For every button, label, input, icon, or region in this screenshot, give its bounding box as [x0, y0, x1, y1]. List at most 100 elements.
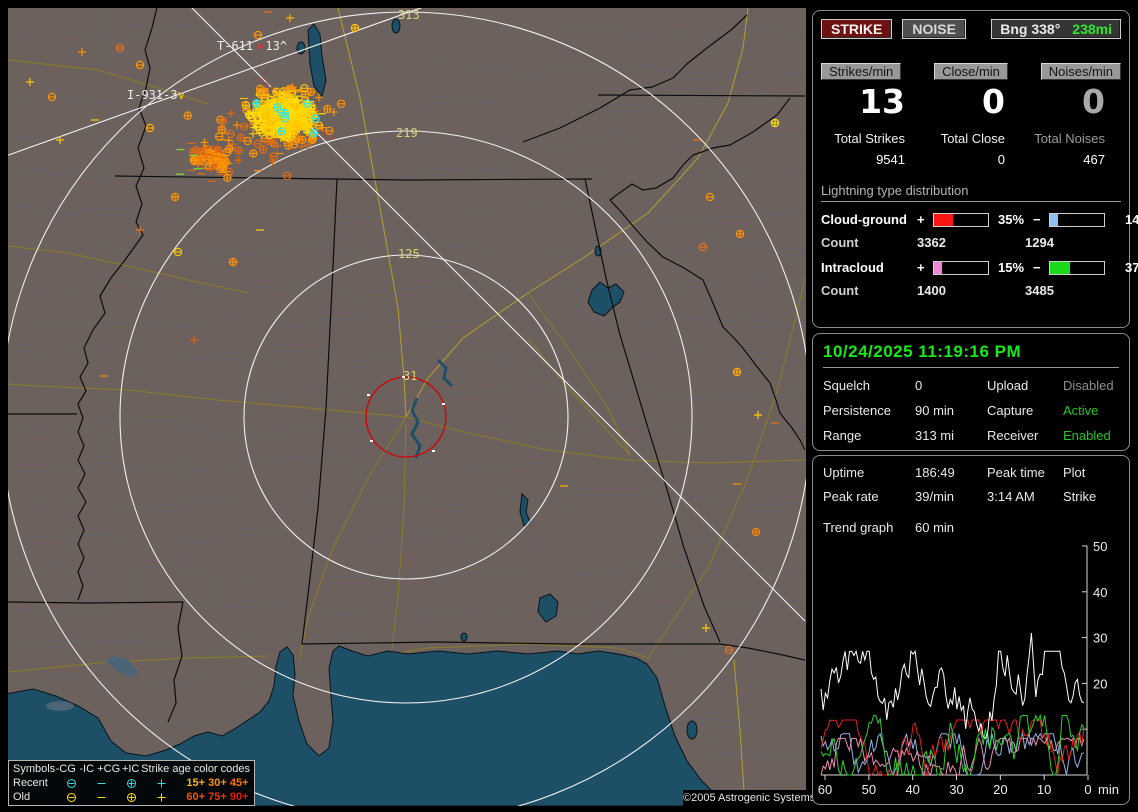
map-canvas: 313 219 125 31 T-611 +13^ I-931-3v	[8, 8, 806, 806]
uptime-value: 186:49	[915, 465, 955, 480]
receiver-value: Enabled	[1063, 428, 1111, 443]
legend-recent-row: Recent 15+ 30+ 45+	[13, 776, 250, 790]
plus-sign: +	[917, 260, 925, 275]
persistence-value: 90 min	[915, 403, 955, 418]
svg-text:0: 0	[1084, 782, 1091, 797]
svg-text:20: 20	[1093, 676, 1107, 691]
legend-old-row: Old 60+ 75+ 90+	[13, 790, 250, 804]
persistence-label: Persistence	[823, 403, 891, 418]
range-label: Range	[823, 428, 862, 443]
tracker-label-i931: I-931-3v	[127, 88, 185, 102]
close-per-min-chip[interactable]: Close/min	[934, 63, 1008, 80]
ring-label-31: 31	[403, 369, 417, 383]
svg-text:30: 30	[949, 782, 963, 797]
trend-graph-label: Trend graph	[823, 520, 894, 535]
capture-label: Capture	[987, 403, 1034, 418]
upload-value: Disabled	[1063, 378, 1114, 393]
status-row-persistence: Persistence 90 min Capture Active	[823, 403, 1119, 418]
copyright-label: ©2005 Astrogenic Systems	[683, 790, 816, 806]
close-per-min-value: 0	[982, 82, 1005, 121]
legend-ages-old: 60+ 75+ 90+	[185, 790, 250, 804]
svg-text:30: 30	[1093, 631, 1107, 646]
ic-minus-bar	[1049, 260, 1105, 275]
age-45: 45+	[229, 777, 249, 789]
age-15: 15+	[186, 777, 206, 789]
peak-rate-label: Peak rate	[823, 489, 879, 504]
svg-text:60: 60	[818, 782, 832, 797]
rate-chip-row: Strikes/min Close/min Noises/min	[821, 63, 1121, 80]
uptime-label: Uptime	[823, 465, 865, 480]
squelch-label: Squelch	[823, 378, 870, 393]
cg-plus-bar	[933, 212, 989, 227]
cg-pos-old-icon	[125, 791, 155, 804]
datetime-display: 10/24/2025 11:19:16 PM	[823, 342, 1119, 368]
age-75: 75+	[208, 791, 227, 803]
bearing-distance: 238mi	[1072, 21, 1112, 37]
trend-graph: 50 40 30 20 60 50 40 30 20 10 0 min	[817, 539, 1127, 802]
info-row-peak: Peak rate 39/min 3:14 AM Strike	[823, 489, 1119, 504]
app-window: { "header": { "strike_button": "STRIKE",…	[0, 0, 1138, 812]
cg-minus-pct: 14%	[1124, 212, 1138, 227]
status-row-squelch: Squelch 0 Upload Disabled	[823, 378, 1119, 393]
total-strikes-label: Total Strikes	[834, 131, 905, 146]
ic-pos-recent-icon	[155, 777, 185, 790]
ic-minus-count: 3485	[1025, 283, 1054, 298]
squelch-value: 0	[915, 378, 923, 393]
svg-text:40: 40	[1093, 585, 1107, 600]
age-60: 60+	[186, 791, 206, 803]
cg-neg-old-icon	[65, 791, 95, 804]
bearing-value: Bng 338°	[1000, 21, 1061, 37]
ic-plus-count: 1400	[917, 283, 946, 298]
info-row-uptime: Uptime 186:49 Peak time Plot	[823, 465, 1119, 480]
ic-plus-pct: 15%	[997, 260, 1025, 275]
plus-sign: +	[917, 212, 925, 227]
legend-col-ic-neg: -IC	[79, 763, 95, 775]
count-label: Count	[821, 235, 859, 250]
range-value: 313 mi	[915, 428, 955, 443]
strikes-per-min-value: 13	[859, 82, 905, 121]
cg-neg-recent-icon	[65, 777, 95, 790]
legend-old-label: Old	[13, 791, 31, 803]
total-close-label: Total Close	[940, 131, 1005, 146]
trend-panel: Uptime 186:49 Peak time Plot Peak rate 3…	[812, 455, 1130, 805]
noise-mode-button[interactable]: NOISE	[902, 19, 966, 39]
cloud-ground-row: Cloud-ground + 35% − 14%	[821, 212, 1138, 227]
symbol-legend: Symbols -CG -IC +CG +IC Strike age color…	[8, 760, 255, 806]
tracker-marker-icon: +	[257, 39, 264, 53]
rate-value-row: 13 0 0	[821, 80, 1121, 121]
ic-plus-bar	[933, 260, 989, 275]
legend-col-ic-pos: +IC	[121, 763, 140, 775]
receiver-label: Receiver	[987, 428, 1039, 443]
trend-graph-value: 60 min	[915, 520, 955, 535]
bearing-readout: Bng 338° 238mi	[991, 19, 1121, 39]
svg-text:40: 40	[905, 782, 919, 797]
legend-symbols-header: Symbols	[13, 763, 56, 775]
cg-plus-pct: 35%	[997, 212, 1025, 227]
strike-mode-button[interactable]: STRIKE	[821, 19, 893, 39]
count-label: Count	[821, 283, 859, 298]
legend-col-cg-neg: -CG	[55, 763, 76, 775]
distribution-title: Lightning type distribution	[821, 183, 1121, 202]
peak-rate-value: 39/min	[915, 489, 955, 504]
tracker-up-arrow-icon: ^	[280, 39, 287, 53]
svg-text:min: min	[1098, 782, 1119, 797]
strikes-per-min-chip[interactable]: Strikes/min	[821, 63, 902, 80]
noises-per-min-chip[interactable]: Noises/min	[1040, 63, 1121, 80]
minus-sign: −	[1033, 260, 1041, 275]
legend-col-cg-pos: +CG	[97, 763, 121, 775]
noises-per-min-value: 0	[1082, 82, 1105, 121]
stats-panel: STRIKE NOISE Bng 338° 238mi Strikes/min …	[812, 10, 1138, 328]
map-display[interactable]: 313 219 125 31 T-611 +13^ I-931-3v Symbol…	[8, 8, 816, 806]
tracker-label-t611: T-611 +13^	[217, 39, 287, 53]
peak-time-value: 3:14 AM	[987, 489, 1035, 504]
cg-pos-recent-icon	[125, 777, 155, 790]
intracloud-label: Intracloud	[821, 260, 884, 275]
ic-neg-old-icon	[95, 791, 125, 804]
legend-age-title: Strike age color codes	[141, 763, 251, 775]
status-panel: 10/24/2025 11:19:16 PM Squelch 0 Upload …	[812, 333, 1130, 451]
trend-graph-row: Trend graph 60 min	[823, 520, 1119, 535]
cloud-ground-count-row: Count 3362 1294	[821, 235, 1121, 250]
total-close: Total Close 0	[921, 131, 1021, 167]
total-noises: Total Noises 467	[1021, 131, 1121, 167]
mode-button-row: STRIKE NOISE Bng 338° 238mi	[821, 19, 1121, 39]
